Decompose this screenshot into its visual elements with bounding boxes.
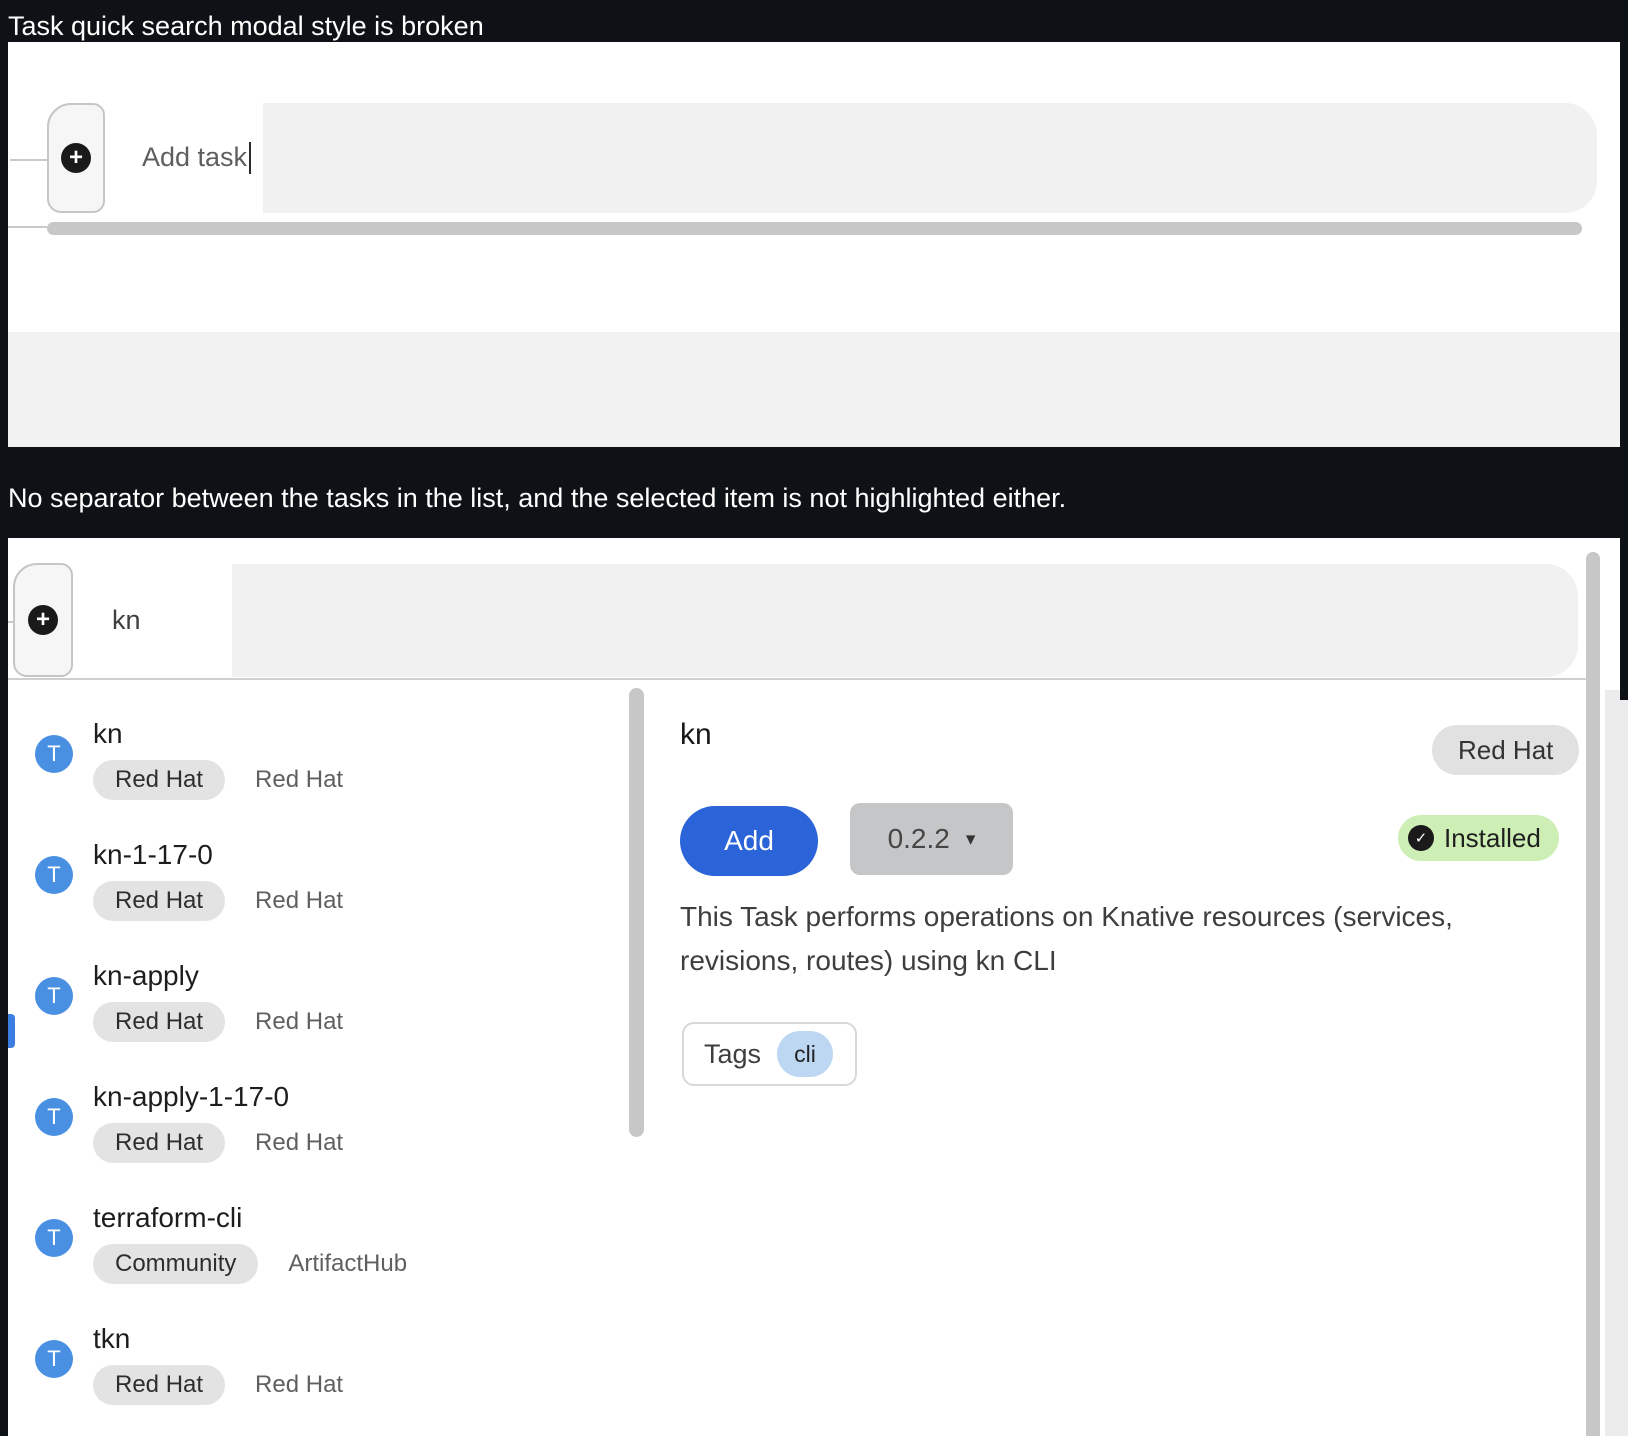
source-label: Red Hat (255, 766, 344, 793)
avatar-letter: T (47, 1104, 61, 1129)
caption-no-separator: No separator between the tasks in the li… (8, 483, 1067, 513)
task-avatar-icon: T (35, 735, 73, 773)
quick-search-input[interactable]: kn (80, 563, 232, 677)
clipped-focus-indicator (8, 1014, 15, 1048)
task-name: tkn (93, 1323, 131, 1354)
provider-badge: Red Hat (93, 881, 226, 921)
source-label: Red Hat (255, 1008, 344, 1035)
source-label: Red Hat (255, 887, 344, 914)
tag-chip-cli[interactable]: cli (777, 1031, 834, 1077)
task-badges: Red Hat Red Hat (93, 760, 343, 800)
horizontal-scrollbar[interactable] (47, 222, 1582, 235)
screenshot-empty-quick-search: + Add task (8, 42, 1620, 447)
installed-label: Installed (1444, 822, 1541, 853)
image-edge-notch (1620, 538, 1628, 700)
bug-report-page: Task quick search modal style is broken … (0, 0, 1628, 1436)
task-list-item[interactable]: T kn Red Hat Red Hat (8, 712, 628, 833)
check-circle-icon: ✓ (1408, 825, 1434, 851)
task-description: This Task performs operations on Knative… (680, 901, 1453, 976)
canvas-footer-area (8, 332, 1620, 447)
avatar-letter: T (47, 862, 61, 887)
provider-badge: Red Hat (93, 760, 226, 800)
plus-circle-icon: + (61, 143, 91, 173)
chevron-down-icon: ▾ (965, 828, 976, 850)
page-behind-modal-strip (1605, 690, 1628, 1436)
task-list-item[interactable]: T terraform-cli Community ArtifactHub (8, 1196, 628, 1317)
source-label: Red Hat (255, 1129, 344, 1156)
quick-search-value: kn (112, 604, 141, 635)
add-button[interactable]: Add (680, 806, 818, 876)
avatar-letter: T (47, 1346, 61, 1371)
caption-modal-style-broken: Task quick search modal style is broken (8, 11, 484, 41)
avatar-letter: T (47, 1225, 61, 1250)
version-value: 0.2.2 (887, 823, 950, 854)
add-task-node-button[interactable]: + (47, 103, 105, 213)
tags-label: Tags (704, 1038, 762, 1069)
task-result-list: T kn Red Hat Red Hat T kn-1-17-0 Red Hat… (8, 712, 628, 1436)
task-badges: Red Hat Red Hat (93, 881, 343, 921)
task-badges: Community ArtifactHub (93, 1244, 407, 1284)
version-dropdown[interactable]: 0.2.2 ▾ (850, 803, 1013, 875)
task-name: terraform-cli (93, 1202, 243, 1233)
task-name: kn (93, 718, 123, 749)
task-avatar-icon: T (35, 1098, 73, 1136)
provider-badge: Red Hat (93, 1123, 226, 1163)
task-avatar-icon: T (35, 856, 73, 894)
text-cursor (249, 141, 252, 174)
task-list-item[interactable]: T kn-apply Red Hat Red Hat (8, 954, 628, 1075)
modal-scrollbar[interactable] (1586, 552, 1600, 1436)
task-name: kn-apply-1-17-0 (93, 1081, 290, 1112)
task-name: kn-apply (93, 960, 199, 991)
task-list-item[interactable]: T tkn Red Hat Red Hat (8, 1317, 628, 1436)
task-name: kn-1-17-0 (93, 839, 213, 870)
screenshot-quick-search-results: + kn T kn Red Hat Red Hat T kn-1-17-0 Re… (8, 538, 1628, 1436)
task-badges: Red Hat Red Hat (93, 1123, 343, 1163)
tags-group: Tags cli (682, 1022, 858, 1086)
quick-search-bar-track (263, 103, 1597, 213)
quick-search-input[interactable]: Add task (113, 102, 263, 213)
avatar-letter: T (47, 983, 61, 1008)
task-avatar-icon: T (35, 1340, 73, 1378)
task-badges: Red Hat Red Hat (93, 1365, 343, 1405)
provider-badge: Red Hat (93, 1002, 226, 1042)
source-label: ArtifactHub (288, 1250, 408, 1277)
task-avatar-icon: T (35, 977, 73, 1015)
task-detail-title: kn (680, 718, 712, 751)
task-badges: Red Hat Red Hat (93, 1002, 343, 1042)
search-bottom-border (8, 678, 1600, 680)
avatar-letter: T (47, 741, 61, 766)
list-scrollbar[interactable] (629, 688, 644, 1137)
add-task-node-button[interactable]: + (13, 563, 73, 677)
source-label: Red Hat (255, 1371, 344, 1398)
task-list-item[interactable]: T kn-apply-1-17-0 Red Hat Red Hat (8, 1075, 628, 1196)
plus-circle-icon: + (28, 605, 58, 635)
provider-badge: Red Hat (93, 1365, 226, 1405)
node-connector-line (8, 226, 47, 228)
installed-badge: ✓ Installed (1398, 815, 1559, 861)
quick-search-placeholder: Add task (142, 142, 248, 172)
provider-badge: Red Hat (1432, 725, 1580, 775)
task-avatar-icon: T (35, 1219, 73, 1257)
node-connector-line (10, 159, 47, 161)
provider-badge: Community (93, 1244, 259, 1284)
task-list-item[interactable]: T kn-1-17-0 Red Hat Red Hat (8, 833, 628, 954)
quick-search-bar-track (232, 564, 1578, 677)
